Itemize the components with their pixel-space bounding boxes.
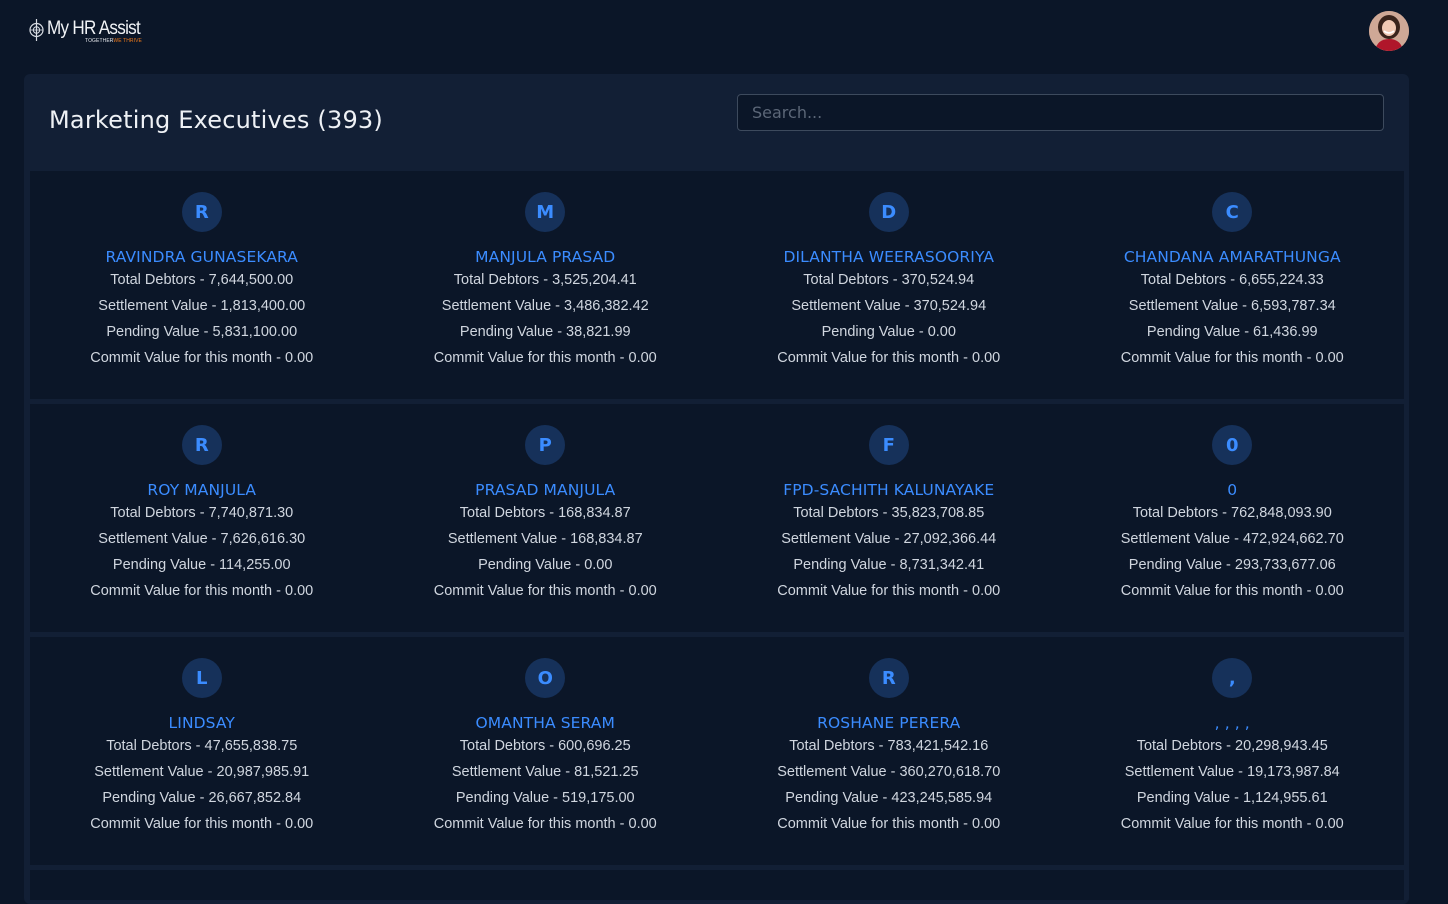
executive-card[interactable]: , , , , , Total Debtors - 20,298,943.45 … — [1061, 637, 1405, 865]
executive-card[interactable]: P PRASAD MANJULA Total Debtors - 168,834… — [374, 404, 718, 632]
executive-row-partial — [30, 870, 1404, 900]
executive-name[interactable]: 0 — [1227, 480, 1237, 500]
total-debtors: Total Debtors - 762,848,093.90 — [1132, 505, 1332, 521]
settlement-value: Settlement Value - 3,486,382.42 — [441, 298, 649, 314]
total-debtors: Total Debtors - 20,298,943.45 — [1136, 738, 1328, 754]
pending-value: Pending Value - 0.00 — [821, 324, 956, 340]
settlement-value: Settlement Value - 27,092,366.44 — [781, 531, 997, 547]
commit-value: Commit Value for this month - 0.00 — [433, 350, 657, 366]
executive-row: R RAVINDRA GUNASEKARA Total Debtors - 7,… — [30, 171, 1404, 399]
settlement-value: Settlement Value - 1,813,400.00 — [98, 298, 306, 314]
executive-card[interactable]: M MANJULA PRASAD Total Debtors - 3,525,2… — [374, 171, 718, 399]
user-avatar-icon — [1369, 11, 1409, 51]
commit-value: Commit Value for this month - 0.00 — [777, 583, 1001, 599]
pending-value: Pending Value - 38,821.99 — [459, 324, 631, 340]
commit-value: Commit Value for this month - 0.00 — [90, 816, 314, 832]
commit-value: Commit Value for this month - 0.00 — [1120, 816, 1344, 832]
executive-initial-badge: F — [868, 425, 909, 465]
pending-value: Pending Value - 8,731,342.41 — [793, 557, 985, 573]
commit-value: Commit Value for this month - 0.00 — [777, 350, 1001, 366]
settlement-value: Settlement Value - 6,593,787.34 — [1128, 298, 1336, 314]
panel-header: Marketing Executives (393) — [24, 74, 1409, 170]
user-avatar[interactable] — [1369, 11, 1409, 51]
executive-card[interactable]: R ROY MANJULA Total Debtors - 7,740,871.… — [30, 404, 374, 632]
pending-value: Pending Value - 5,831,100.00 — [106, 324, 298, 340]
executive-card[interactable]: L LINDSAY Total Debtors - 47,655,838.75 … — [30, 637, 374, 865]
total-debtors: Total Debtors - 3,525,204.41 — [453, 272, 637, 288]
executive-name[interactable]: ROSHANE PERERA — [817, 713, 960, 733]
logo-title: My HR Assist — [47, 17, 141, 39]
commit-value: Commit Value for this month - 0.00 — [433, 816, 657, 832]
executive-card[interactable]: R RAVINDRA GUNASEKARA Total Debtors - 7,… — [30, 171, 374, 399]
executive-initial-badge: P — [525, 425, 566, 465]
pending-value: Pending Value - 519,175.00 — [455, 790, 635, 806]
commit-value: Commit Value for this month - 0.00 — [90, 583, 314, 599]
settlement-value: Settlement Value - 20,987,985.91 — [94, 764, 310, 780]
executive-name[interactable]: PRASAD MANJULA — [475, 480, 615, 500]
pending-value: Pending Value - 1,124,955.61 — [1136, 790, 1328, 806]
executive-card[interactable]: C CHANDANA AMARATHUNGA Total Debtors - 6… — [1061, 171, 1405, 399]
executive-initial-badge: R — [868, 658, 909, 698]
executive-name[interactable]: CHANDANA AMARATHUNGA — [1124, 247, 1341, 267]
executive-initial-badge: D — [868, 192, 909, 232]
executive-name[interactable]: MANJULA PRASAD — [475, 247, 615, 267]
search-input[interactable] — [737, 94, 1384, 131]
executive-initial-badge: L — [181, 658, 222, 698]
pending-value: Pending Value - 293,733,677.06 — [1128, 557, 1336, 573]
pending-value: Pending Value - 26,667,852.84 — [102, 790, 302, 806]
executive-card[interactable]: F FPD-SACHITH KALUNAYAKE Total Debtors -… — [717, 404, 1061, 632]
executive-initial-badge: O — [525, 658, 566, 698]
settlement-value: Settlement Value - 7,626,616.30 — [98, 531, 306, 547]
executive-name[interactable]: DILANTHA WEERASOORIYA — [783, 247, 994, 267]
pending-value: Pending Value - 0.00 — [478, 557, 613, 573]
commit-value: Commit Value for this month - 0.00 — [1120, 350, 1344, 366]
executive-row: R ROY MANJULA Total Debtors - 7,740,871.… — [30, 404, 1404, 632]
executive-card[interactable]: 0 0 Total Debtors - 762,848,093.90 Settl… — [1061, 404, 1405, 632]
total-debtors: Total Debtors - 600,696.25 — [459, 738, 631, 754]
executive-card[interactable]: R ROSHANE PERERA Total Debtors - 783,421… — [717, 637, 1061, 865]
commit-value: Commit Value for this month - 0.00 — [1120, 583, 1344, 599]
logo-emblem-icon — [29, 19, 44, 41]
executive-name[interactable]: OMANTHA SERAM — [476, 713, 615, 733]
total-debtors: Total Debtors - 47,655,838.75 — [106, 738, 298, 754]
executive-name[interactable]: ROY MANJULA — [147, 480, 256, 500]
executive-initial-badge: 0 — [1212, 425, 1253, 465]
executive-name[interactable]: LINDSAY — [169, 713, 235, 733]
commit-value: Commit Value for this month - 0.00 — [777, 816, 1001, 832]
executive-row: L LINDSAY Total Debtors - 47,655,838.75 … — [30, 637, 1404, 865]
settlement-value: Settlement Value - 19,173,987.84 — [1124, 764, 1340, 780]
settlement-value: Settlement Value - 168,834.87 — [447, 531, 643, 547]
executive-card[interactable]: D DILANTHA WEERASOORIYA Total Debtors - … — [717, 171, 1061, 399]
executive-name[interactable]: RAVINDRA GUNASEKARA — [106, 247, 298, 267]
total-debtors: Total Debtors - 370,524.94 — [803, 272, 975, 288]
executive-initial-badge: M — [525, 192, 566, 232]
executive-initial-badge: , — [1212, 658, 1253, 698]
commit-value: Commit Value for this month - 0.00 — [90, 350, 314, 366]
settlement-value: Settlement Value - 370,524.94 — [791, 298, 987, 314]
total-debtors: Total Debtors - 6,655,224.33 — [1140, 272, 1324, 288]
executive-initial-badge: R — [181, 425, 222, 465]
pending-value: Pending Value - 114,255.00 — [112, 557, 291, 573]
executive-name[interactable]: FPD-SACHITH KALUNAYAKE — [783, 480, 994, 500]
executive-name[interactable]: , , , , — [1215, 713, 1250, 733]
commit-value: Commit Value for this month - 0.00 — [433, 583, 657, 599]
app-logo[interactable]: My HR Assist TOGETHERWE THRIVE — [28, 16, 150, 46]
logo-tagline: TOGETHERWE THRIVE — [85, 38, 150, 44]
settlement-value: Settlement Value - 472,924,662.70 — [1120, 531, 1344, 547]
executive-card[interactable]: O OMANTHA SERAM Total Debtors - 600,696.… — [374, 637, 718, 865]
page-title: Marketing Executives (393) — [49, 106, 383, 134]
executive-initial-badge: R — [181, 192, 222, 232]
total-debtors: Total Debtors - 35,823,708.85 — [793, 505, 985, 521]
settlement-value: Settlement Value - 360,270,618.70 — [777, 764, 1001, 780]
pending-value: Pending Value - 61,436.99 — [1146, 324, 1318, 340]
top-bar: My HR Assist TOGETHERWE THRIVE — [0, 0, 1448, 62]
settlement-value: Settlement Value - 81,521.25 — [451, 764, 639, 780]
total-debtors: Total Debtors - 168,834.87 — [459, 505, 631, 521]
pending-value: Pending Value - 423,245,585.94 — [785, 790, 993, 806]
total-debtors: Total Debtors - 783,421,542.16 — [789, 738, 989, 754]
total-debtors: Total Debtors - 7,644,500.00 — [110, 272, 294, 288]
executive-initial-badge: C — [1212, 192, 1253, 232]
total-debtors: Total Debtors - 7,740,871.30 — [110, 505, 294, 521]
marketing-executives-panel: Marketing Executives (393) R RAVINDRA GU… — [24, 74, 1409, 904]
